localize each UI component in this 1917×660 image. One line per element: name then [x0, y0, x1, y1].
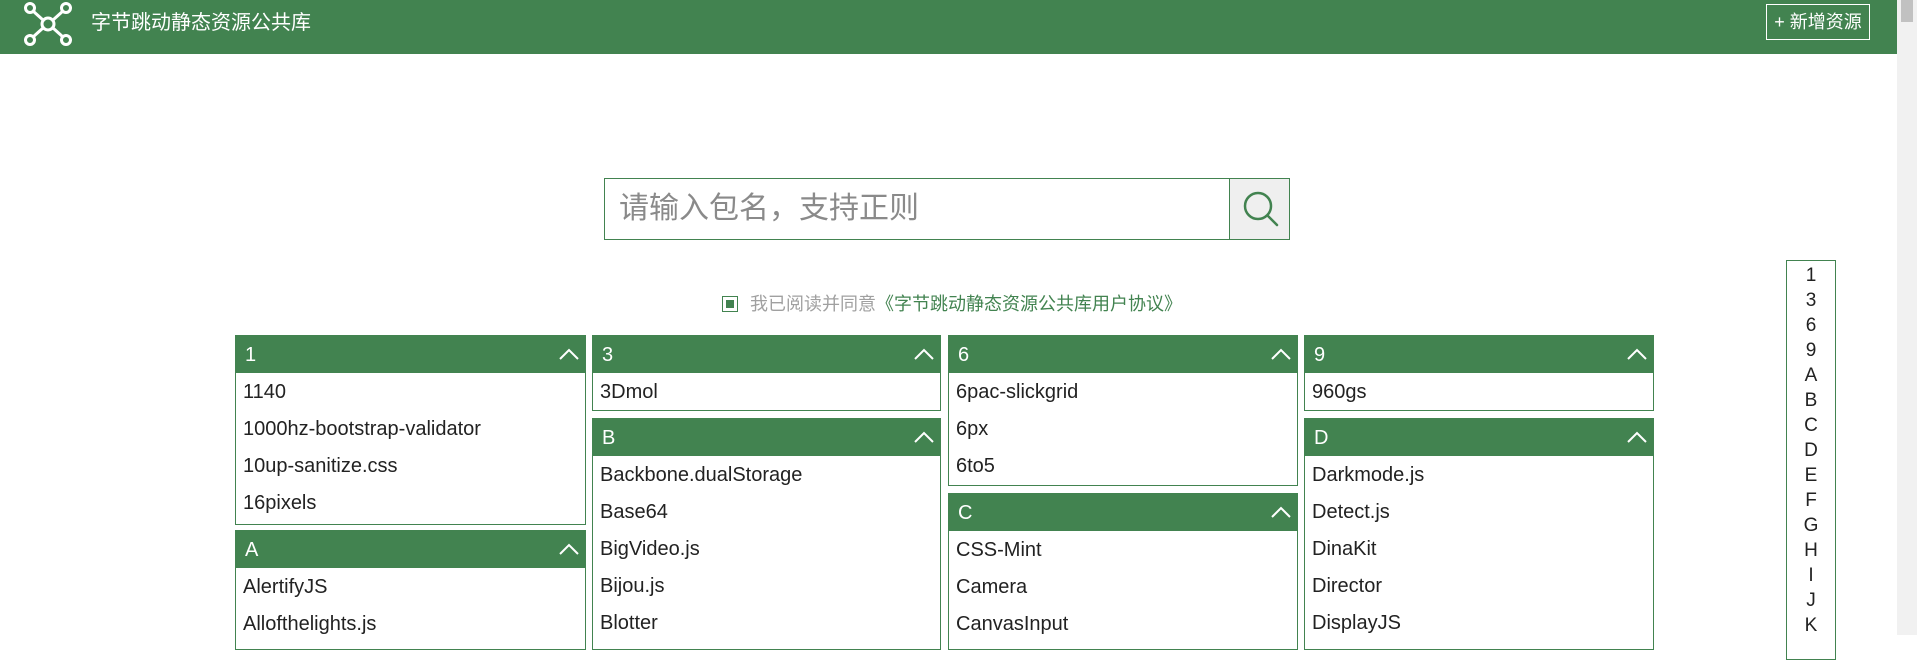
group-card-9: 9 960gs	[1304, 335, 1654, 411]
group-header-c[interactable]: C	[949, 494, 1297, 531]
package-item[interactable]: AlertifyJS	[236, 569, 585, 606]
add-resource-button[interactable]: + 新增资源	[1766, 4, 1870, 40]
index-item[interactable]: D	[1787, 438, 1835, 463]
search-icon	[1243, 191, 1279, 227]
group-card-3: 3 3Dmol	[592, 335, 941, 411]
agreement-link[interactable]: 《字节跳动静态资源公共库用户协议》	[876, 294, 1182, 314]
group-header-9[interactable]: 9	[1305, 336, 1653, 373]
group-header-b[interactable]: B	[593, 419, 940, 456]
group-header-3[interactable]: 3	[593, 336, 940, 373]
package-item[interactable]: Detect.js	[1305, 494, 1653, 531]
package-item[interactable]: 6to5	[949, 448, 1297, 485]
package-item[interactable]: 16pixels	[236, 485, 585, 522]
index-item[interactable]: 9	[1787, 338, 1835, 363]
chevron-up-icon	[1627, 431, 1647, 443]
package-item[interactable]: 10up-sanitize.css	[236, 448, 585, 485]
package-item[interactable]: Backbone.dualStorage	[593, 457, 940, 494]
index-item[interactable]: K	[1787, 613, 1835, 638]
group-letter: 3	[602, 344, 614, 366]
package-item[interactable]: BigVideo.js	[593, 531, 940, 568]
group-card-1: 1 1140 1000hz-bootstrap-validator 10up-s…	[235, 335, 586, 525]
chevron-up-icon	[1271, 506, 1291, 518]
group-header-d[interactable]: D	[1305, 419, 1653, 456]
group-letter: C	[958, 502, 973, 524]
chevron-up-icon	[1627, 348, 1647, 360]
index-item[interactable]: C	[1787, 413, 1835, 438]
index-item[interactable]: B	[1787, 388, 1835, 413]
index-item[interactable]: 1	[1787, 263, 1835, 288]
package-item[interactable]: Director	[1305, 568, 1653, 605]
index-item[interactable]: 3	[1787, 288, 1835, 313]
package-item[interactable]: 1140	[236, 374, 585, 411]
group-header-1[interactable]: 1	[236, 336, 585, 373]
network-nodes-icon[interactable]	[22, 2, 74, 46]
chevron-up-icon	[559, 543, 579, 555]
package-item[interactable]: 6pac-slickgrid	[949, 374, 1297, 411]
index-item[interactable]: I	[1787, 563, 1835, 588]
search-input[interactable]	[605, 179, 1229, 239]
index-item[interactable]: A	[1787, 363, 1835, 388]
package-item[interactable]: DinaKit	[1305, 531, 1653, 568]
search-button[interactable]	[1229, 179, 1289, 239]
index-item[interactable]: F	[1787, 488, 1835, 513]
index-item[interactable]: G	[1787, 513, 1835, 538]
index-item[interactable]: E	[1787, 463, 1835, 488]
agreement-text: 我已阅读并同意	[750, 294, 876, 314]
package-item[interactable]: Bijou.js	[593, 568, 940, 605]
package-item[interactable]: CanvasInput	[949, 606, 1297, 643]
package-item[interactable]: Base64	[593, 494, 940, 531]
search-bar	[604, 178, 1290, 240]
group-letter: D	[1314, 427, 1329, 449]
site-title[interactable]: 字节跳动静态资源公共库	[91, 10, 311, 36]
package-item[interactable]: 3Dmol	[593, 374, 940, 411]
group-card-c: C CSS-Mint Camera CanvasInput	[948, 493, 1298, 650]
group-card-a: A AlertifyJS Allofthelights.js	[235, 530, 586, 650]
package-item[interactable]: CSS-Mint	[949, 532, 1297, 569]
package-item[interactable]: DisplayJS	[1305, 605, 1653, 642]
group-header-6[interactable]: 6	[949, 336, 1297, 373]
package-item[interactable]: Allofthelights.js	[236, 606, 585, 643]
group-card-d: D Darkmode.js Detect.js DinaKit Director…	[1304, 418, 1654, 650]
group-letter: 6	[958, 344, 970, 366]
package-item[interactable]: 1000hz-bootstrap-validator	[236, 411, 585, 448]
group-letter: B	[602, 427, 616, 449]
package-item[interactable]: Darkmode.js	[1305, 457, 1653, 494]
package-item[interactable]: 6px	[949, 411, 1297, 448]
index-item[interactable]: J	[1787, 588, 1835, 613]
chevron-up-icon	[1271, 348, 1291, 360]
group-card-6: 6 6pac-slickgrid 6px 6to5	[948, 335, 1298, 486]
package-item[interactable]: Blotter	[593, 605, 940, 642]
group-letter: 9	[1314, 344, 1326, 366]
top-navbar: 字节跳动静态资源公共库 + 新增资源	[0, 0, 1897, 54]
package-item[interactable]: Camera	[949, 569, 1297, 606]
agreement-checkbox[interactable]	[722, 296, 738, 312]
chevron-up-icon	[914, 431, 934, 443]
index-item[interactable]: H	[1787, 538, 1835, 563]
group-header-a[interactable]: A	[236, 531, 585, 568]
group-card-b: B Backbone.dualStorage Base64 BigVideo.j…	[592, 418, 941, 650]
group-letter: A	[245, 539, 259, 561]
group-letter: 1	[245, 344, 257, 366]
package-item[interactable]: 960gs	[1305, 374, 1653, 411]
agreement-row: 我已阅读并同意《字节跳动静态资源公共库用户协议》	[722, 292, 1182, 316]
chevron-up-icon	[914, 348, 934, 360]
scrollbar-thumb[interactable]	[1901, 0, 1913, 22]
index-item[interactable]: 6	[1787, 313, 1835, 338]
chevron-up-icon	[559, 348, 579, 360]
alphabet-index: 1 3 6 9 A B C D E F G H I J K	[1786, 260, 1836, 660]
page-scrollbar[interactable]	[1897, 0, 1917, 635]
